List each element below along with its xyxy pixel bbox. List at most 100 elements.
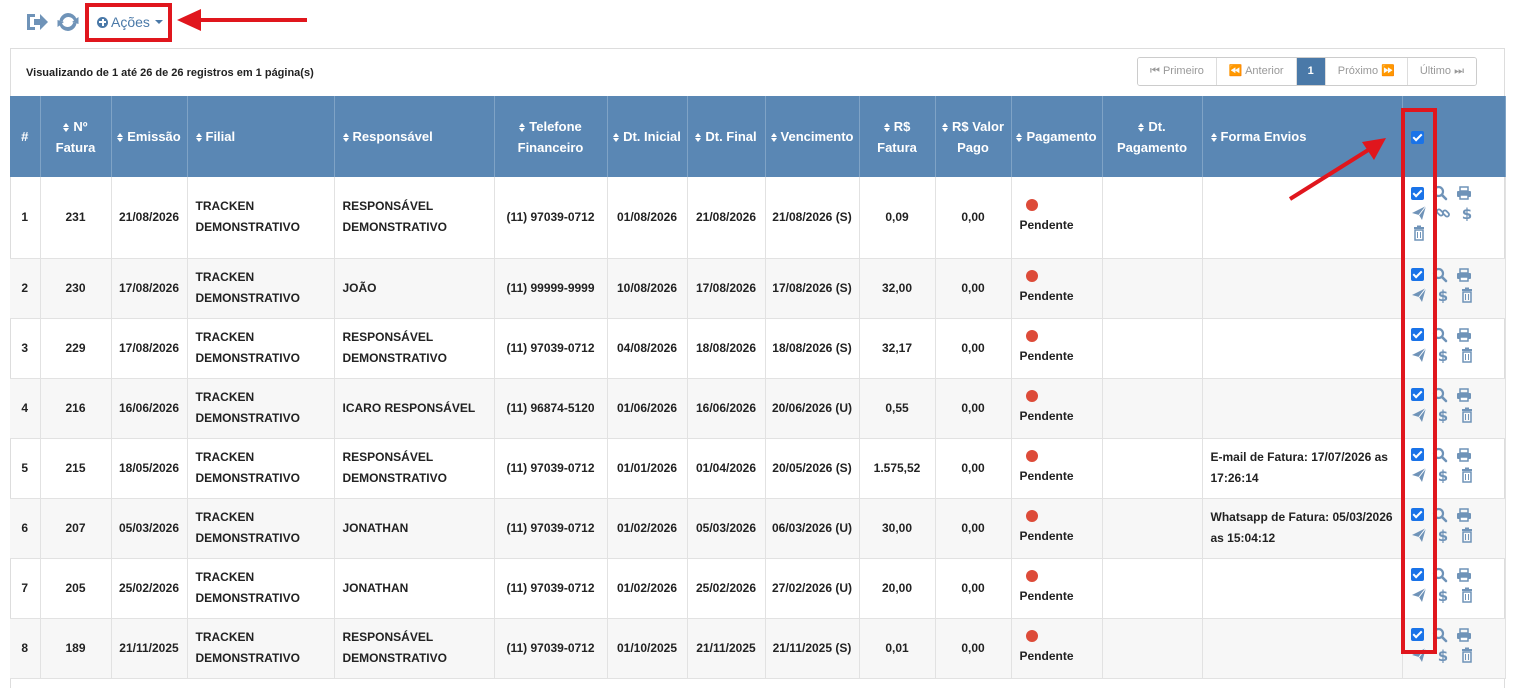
link-icon[interactable] xyxy=(1435,205,1451,221)
row-select-checkbox[interactable] xyxy=(1410,186,1424,200)
print-icon[interactable] xyxy=(1456,507,1472,523)
pagination-last[interactable]: Último ⏭ xyxy=(1407,58,1476,85)
send-icon[interactable] xyxy=(1411,287,1427,303)
print-icon[interactable] xyxy=(1456,185,1472,201)
search-icon[interactable] xyxy=(1432,327,1448,343)
cell-dt_pagamento xyxy=(1102,438,1203,499)
cell-telefone: (11) 97039-0712 xyxy=(494,498,608,559)
cell-dt_inicial: 01/06/2026 xyxy=(607,378,688,439)
cell-valor_pago: 0,00 xyxy=(935,618,1012,679)
column-header-dt_final[interactable]: Dt. Final xyxy=(687,96,766,177)
cell-vencimento: 21/11/2025 (S) xyxy=(765,618,860,679)
cell-num: 1 xyxy=(10,177,41,259)
dollar-icon[interactable]: $ xyxy=(1435,287,1451,305)
row-select-checkbox[interactable] xyxy=(1410,448,1424,461)
send-icon[interactable] xyxy=(1411,587,1427,603)
print-icon[interactable] xyxy=(1456,327,1472,343)
svg-text:$: $ xyxy=(1437,647,1447,663)
cell-pagamento: Pendente xyxy=(1011,558,1103,619)
dollar-icon[interactable]: $ xyxy=(1435,407,1451,425)
trash-icon[interactable] xyxy=(1459,467,1475,483)
column-header-valor_pago[interactable]: R$ Valor Pago xyxy=(935,96,1012,177)
trash-icon[interactable] xyxy=(1411,225,1427,241)
search-icon[interactable] xyxy=(1432,567,1448,583)
sign-out-icon[interactable] xyxy=(24,10,50,34)
pagination-next[interactable]: Próximo ⏩ xyxy=(1325,58,1408,85)
cell-vencimento: 20/05/2026 (S) xyxy=(765,438,860,499)
column-header-vencimento[interactable]: Vencimento xyxy=(765,96,860,177)
print-icon[interactable] xyxy=(1456,627,1472,643)
dollar-icon[interactable]: $ xyxy=(1435,467,1451,485)
print-icon[interactable] xyxy=(1456,447,1472,463)
dollar-icon[interactable]: $ xyxy=(1435,587,1451,605)
trash-icon[interactable] xyxy=(1459,647,1475,663)
trash-icon[interactable] xyxy=(1459,287,1475,303)
sort-icon xyxy=(941,122,949,132)
send-icon[interactable] xyxy=(1411,205,1427,221)
column-header-valor[interactable]: R$ Fatura xyxy=(859,96,936,177)
dollar-icon[interactable]: $ xyxy=(1459,205,1475,223)
search-icon[interactable] xyxy=(1432,387,1448,403)
trash-icon[interactable] xyxy=(1459,527,1475,543)
cell-valor: 30,00 xyxy=(859,498,936,559)
cell-dt_pagamento xyxy=(1102,498,1203,559)
trash-icon[interactable] xyxy=(1459,347,1475,363)
cell-valor: 20,00 xyxy=(859,558,936,619)
column-header-dt_inicial[interactable]: Dt. Inicial xyxy=(607,96,688,177)
cell-filial: TRACKEN DEMONSTRATIVO xyxy=(187,558,335,619)
search-icon[interactable] xyxy=(1432,507,1448,523)
column-header-forma_envios[interactable]: Forma Envios xyxy=(1202,96,1403,177)
dollar-icon[interactable]: $ xyxy=(1435,347,1451,365)
send-icon[interactable] xyxy=(1411,347,1427,363)
column-header-emissao[interactable]: Emissão xyxy=(111,96,188,177)
cell-valor_pago: 0,00 xyxy=(935,438,1012,499)
cell-dt_inicial: 10/08/2026 xyxy=(607,258,688,319)
cell-forma_envios xyxy=(1202,258,1403,319)
search-icon[interactable] xyxy=(1432,267,1448,283)
search-icon[interactable] xyxy=(1432,447,1448,463)
cell-telefone: (11) 97039-0712 xyxy=(494,618,608,679)
sort-icon xyxy=(63,122,70,132)
pagination-first[interactable]: ⏮ Primeiro xyxy=(1138,58,1217,85)
plus-circle-icon xyxy=(97,16,108,28)
dollar-icon[interactable]: $ xyxy=(1435,527,1451,545)
row-select-checkbox[interactable] xyxy=(1410,388,1424,401)
send-icon[interactable] xyxy=(1411,467,1427,483)
column-header-responsavel[interactable]: Responsável xyxy=(334,96,495,177)
column-header-telefone[interactable]: Telefone Financeiro xyxy=(494,96,608,177)
row-select-checkbox[interactable] xyxy=(1410,568,1424,581)
send-icon[interactable] xyxy=(1411,527,1427,543)
trash-icon[interactable] xyxy=(1459,587,1475,603)
search-icon[interactable] xyxy=(1432,185,1448,201)
cell-filial: TRACKEN DEMONSTRATIVO xyxy=(187,618,335,679)
cell-valor_pago: 0,00 xyxy=(935,318,1012,379)
row-select-checkbox[interactable] xyxy=(1410,328,1424,341)
table-row: 5 215 18/05/2026 TRACKEN DEMONSTRATIVO RESPO… xyxy=(10,438,1506,499)
column-header-filial[interactable]: Filial xyxy=(187,96,335,177)
print-icon[interactable] xyxy=(1456,567,1472,583)
row-select-checkbox[interactable] xyxy=(1410,508,1424,521)
print-icon[interactable] xyxy=(1456,387,1472,403)
cell-dt_pagamento xyxy=(1102,318,1203,379)
send-icon[interactable] xyxy=(1411,407,1427,423)
status-dot-icon xyxy=(1025,509,1038,522)
search-icon[interactable] xyxy=(1432,627,1448,643)
sort-icon xyxy=(195,133,203,142)
actions-dropdown-button[interactable]: Ações xyxy=(97,11,163,33)
cell-emissao: 21/11/2025 xyxy=(111,618,188,679)
cell-vencimento: 27/02/2026 (U) xyxy=(765,558,860,619)
print-icon[interactable] xyxy=(1456,267,1472,283)
column-header-fatura[interactable]: Nº Fatura xyxy=(40,96,112,177)
send-icon[interactable] xyxy=(1411,647,1427,663)
trash-icon[interactable] xyxy=(1459,407,1475,423)
column-header-pagamento[interactable]: Pagamento xyxy=(1011,96,1103,177)
dollar-icon[interactable]: $ xyxy=(1435,647,1451,665)
cell-fatura: 189 xyxy=(40,618,112,679)
row-select-checkbox[interactable] xyxy=(1410,268,1424,281)
row-select-checkbox[interactable] xyxy=(1410,628,1424,641)
refresh-icon[interactable] xyxy=(55,10,81,34)
column-header-dt_pagamento[interactable]: Dt. Pagamento xyxy=(1102,96,1203,177)
pagination-prev[interactable]: ⏪ Anterior xyxy=(1216,58,1297,85)
pagination-current[interactable]: 1 xyxy=(1296,58,1326,85)
select-all-checkbox[interactable] xyxy=(1410,131,1424,145)
